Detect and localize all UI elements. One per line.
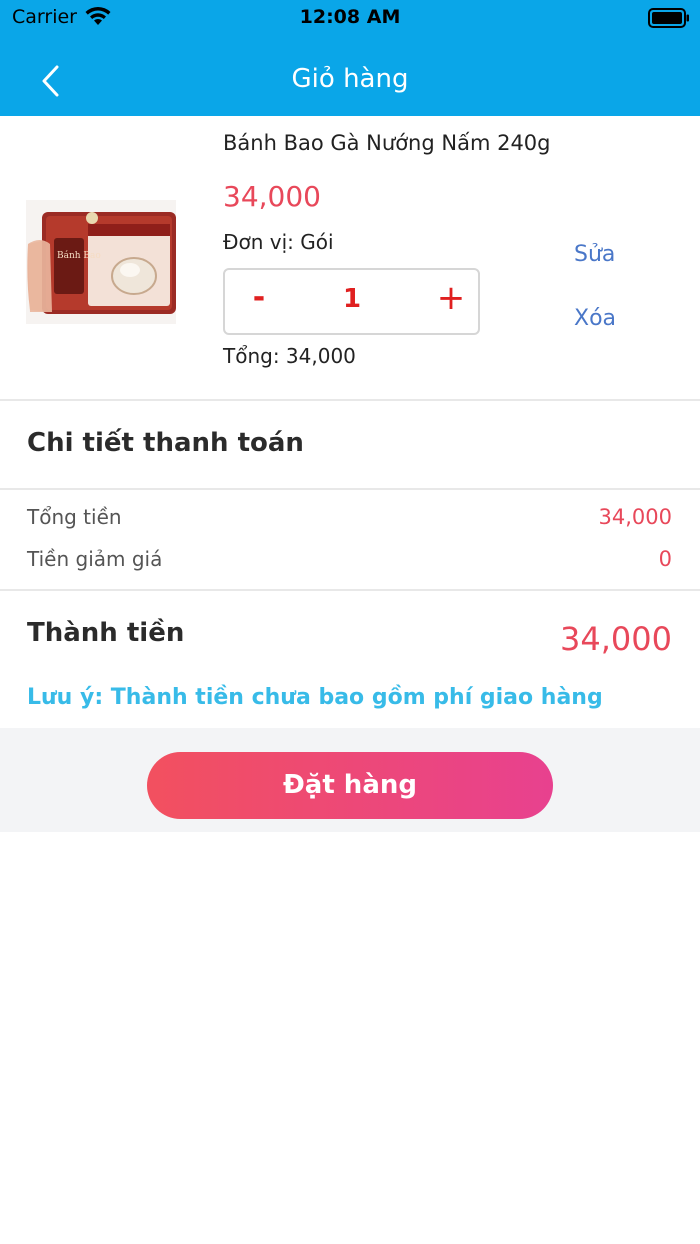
shipping-note: Lưu ý: Thành tiền chưa bao gồm phí giao … <box>27 685 603 710</box>
cart-item: Bánh Bao Bánh Bao Gà Nướng Nấm 240g 34,0… <box>0 116 700 400</box>
edit-item-button[interactable]: Sửa <box>574 242 615 267</box>
battery-icon <box>648 8 689 28</box>
discount-value: 0 <box>658 547 672 571</box>
quantity-stepper: - 1 + <box>223 268 480 335</box>
decrease-quantity-button[interactable]: - <box>239 280 279 324</box>
product-image: Bánh Bao <box>26 200 176 324</box>
app-header: Carrier 12:08 AM Giỏ hàng <box>0 0 700 116</box>
increase-quantity-button[interactable]: + <box>431 278 471 322</box>
grand-total-value: 34,000 <box>560 620 672 658</box>
subtotal-value: 34,000 <box>598 505 672 529</box>
place-order-button[interactable]: Đặt hàng <box>147 752 553 819</box>
item-total: Tổng: 34,000 <box>223 344 356 368</box>
delete-item-button[interactable]: Xóa <box>574 306 616 331</box>
page-title: Giỏ hàng <box>291 64 409 94</box>
grand-total-label: Thành tiền <box>27 618 185 648</box>
status-bar: Carrier 12:08 AM <box>0 0 700 36</box>
payment-section-title: Chi tiết thanh toán <box>27 428 304 458</box>
subtotal-label: Tổng tiền <box>27 505 122 529</box>
divider <box>0 589 700 591</box>
product-name: Bánh Bao Gà Nướng Nấm 240g <box>223 131 551 155</box>
divider <box>0 399 700 401</box>
checkout-footer: Đặt hàng <box>0 728 700 832</box>
status-time: 12:08 AM <box>299 6 401 28</box>
quantity-value[interactable]: 1 <box>315 284 389 314</box>
product-image-text: Bánh Bao <box>57 250 101 261</box>
discount-label: Tiền giảm giá <box>27 547 163 571</box>
product-unit: Đơn vị: Gói <box>223 230 334 254</box>
product-price: 34,000 <box>223 180 321 213</box>
divider <box>0 488 700 490</box>
